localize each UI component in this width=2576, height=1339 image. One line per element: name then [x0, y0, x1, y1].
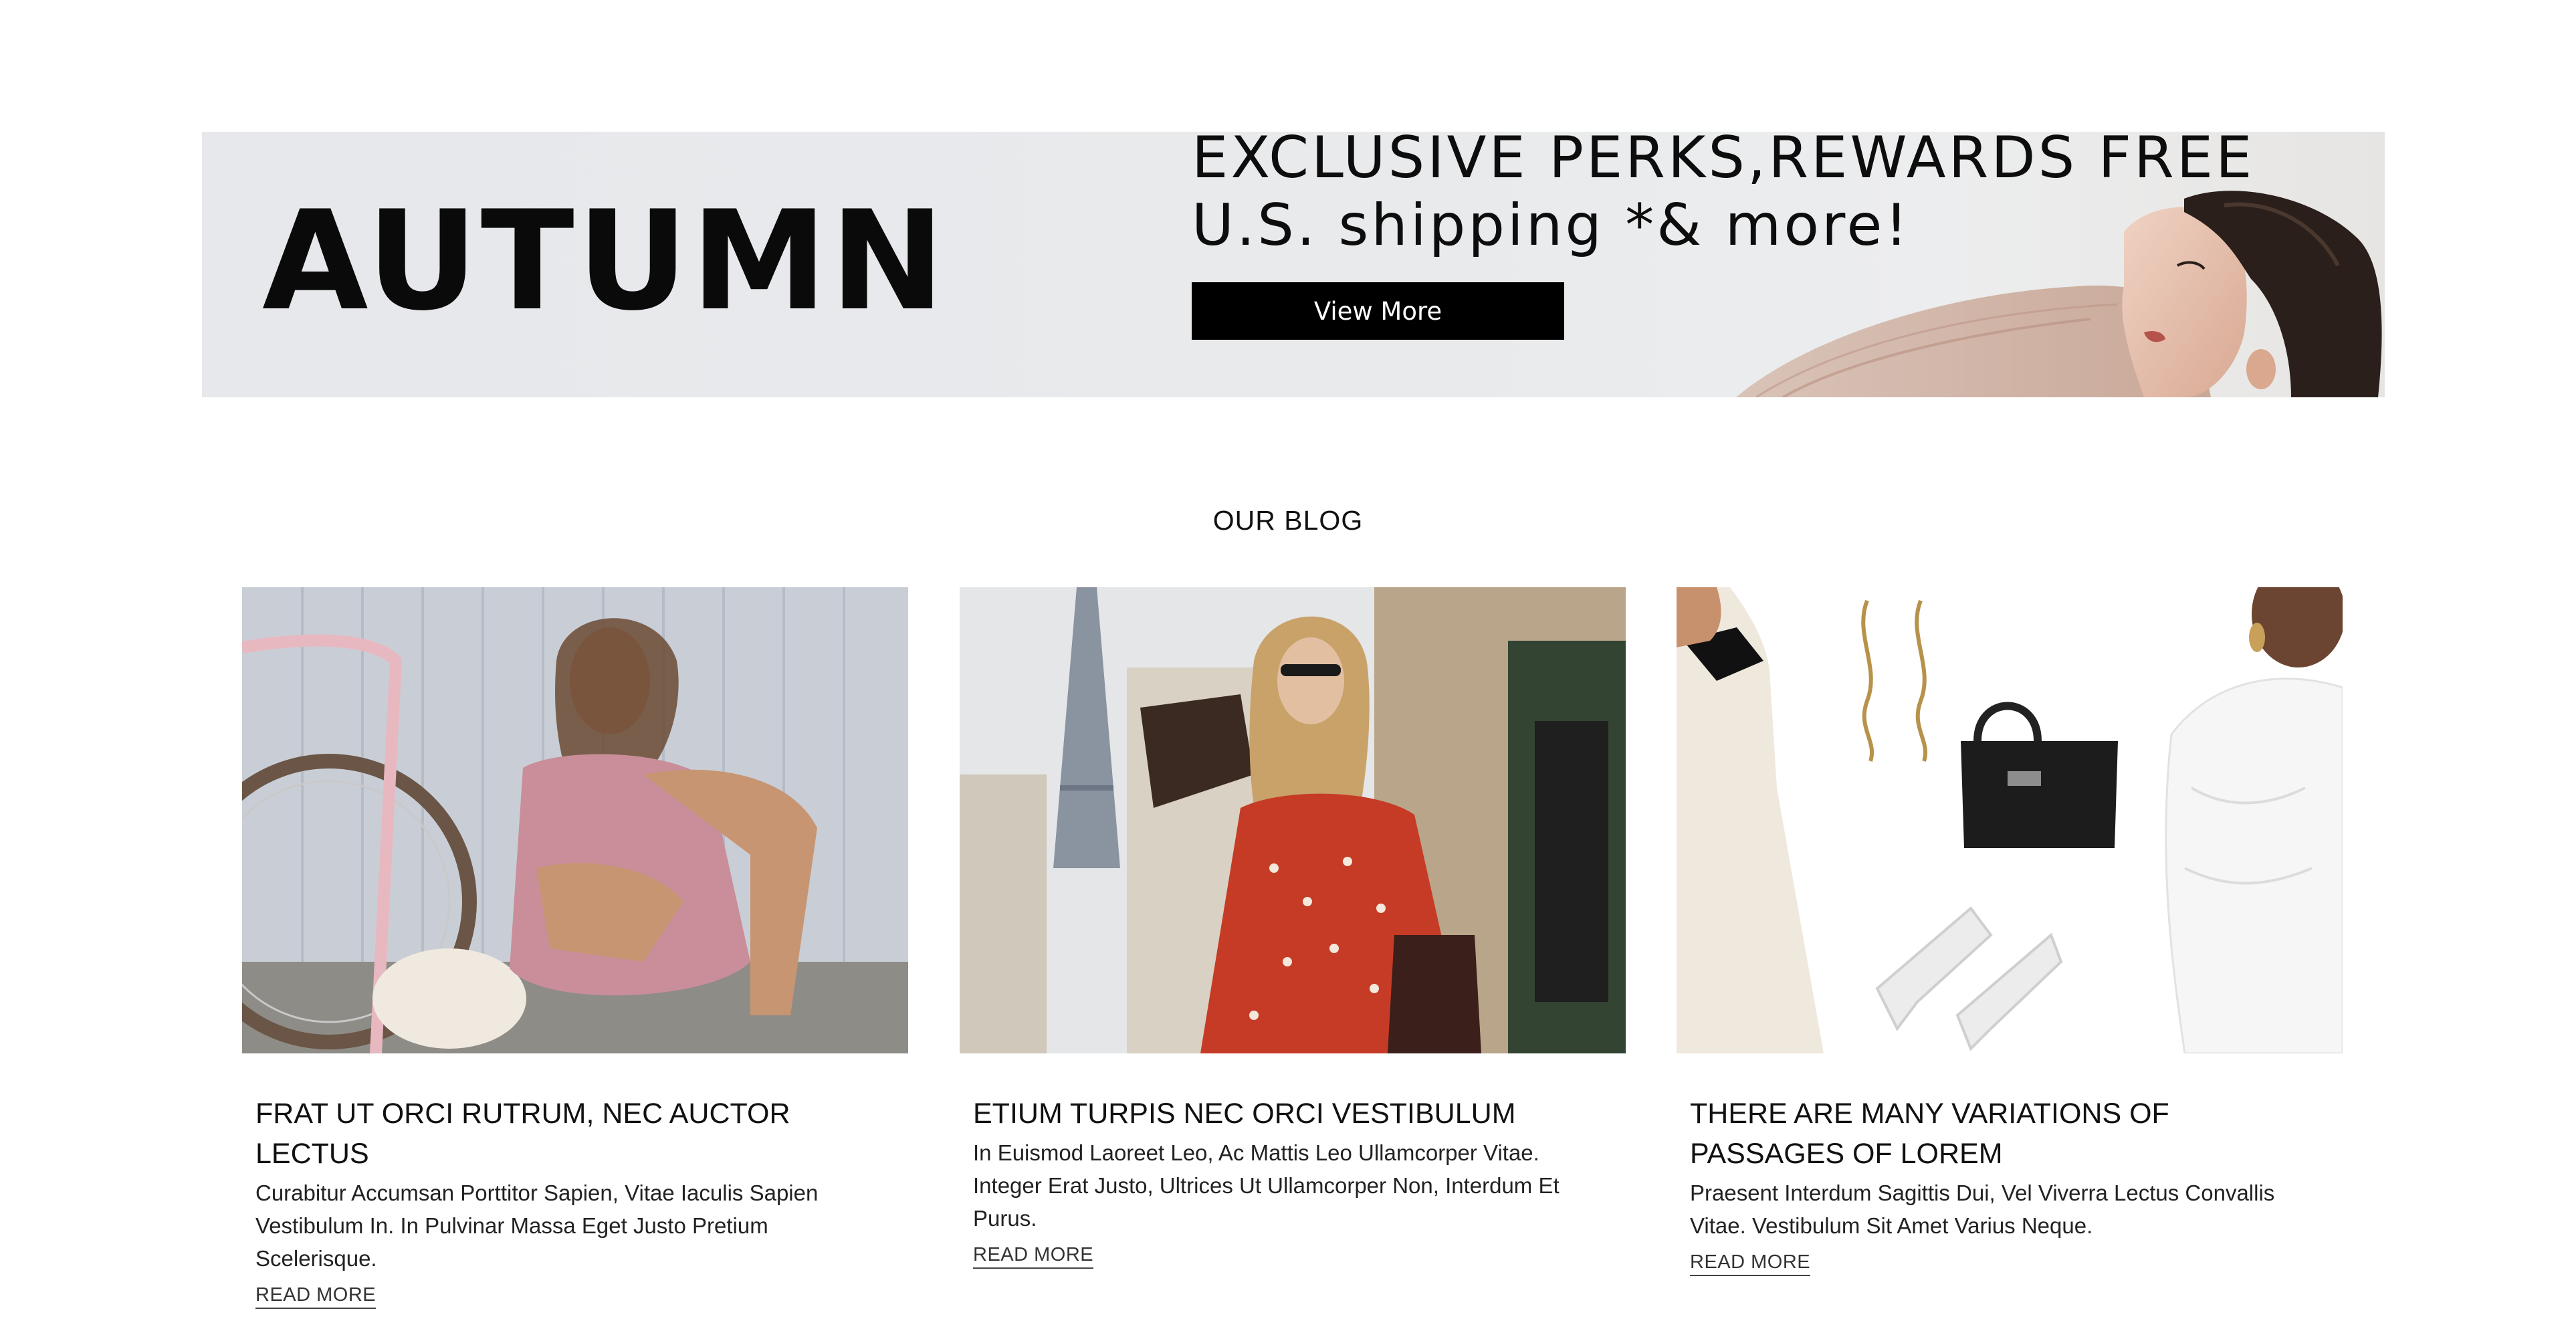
blog-section-heading: OUR BLOG — [1212, 505, 1364, 536]
banner-title: AUTUMN — [262, 182, 948, 341]
blog-card: FRAT UT ORCI RUTRUM, NEC AUCTOR LECTUS C… — [242, 587, 908, 1309]
blog-card: THERE ARE MANY VARIATIONS OF PASSAGES OF… — [1677, 587, 2343, 1276]
promo-banner: AUTUMN EXCLUSIVE PERKS,REWARDS FREE U.S.… — [202, 132, 2385, 397]
read-more-link[interactable]: READ MORE — [973, 1244, 1094, 1269]
read-more-link[interactable]: READ MORE — [255, 1284, 377, 1309]
blog-post-image[interactable] — [960, 587, 1626, 1053]
blog-post-title[interactable]: ETIUM TURPIS NEC ORCI VESTIBULUM — [973, 1094, 1612, 1134]
view-more-button[interactable]: View More — [1192, 282, 1564, 340]
banner-model-image — [1736, 191, 2382, 397]
blog-post-excerpt: In Euismod Laoreet Leo, Ac Mattis Leo Ul… — [973, 1140, 1560, 1231]
blog-card: ETIUM TURPIS NEC ORCI VESTIBULUM In Euis… — [960, 587, 1626, 1269]
blog-post-image[interactable] — [1677, 587, 2343, 1053]
blog-post-excerpt: Curabitur Accumsan Porttitor Sapien, Vit… — [255, 1180, 819, 1271]
blog-post-title[interactable]: THERE ARE MANY VARIATIONS OF PASSAGES OF… — [1690, 1094, 2329, 1174]
blog-post-title[interactable]: FRAT UT ORCI RUTRUM, NEC AUCTOR LECTUS — [255, 1094, 895, 1174]
blog-post-excerpt: Praesent Interdum Sagittis Dui, Vel Vive… — [1690, 1180, 2275, 1238]
blog-post-image[interactable] — [242, 587, 908, 1053]
read-more-link[interactable]: READ MORE — [1690, 1251, 1811, 1276]
